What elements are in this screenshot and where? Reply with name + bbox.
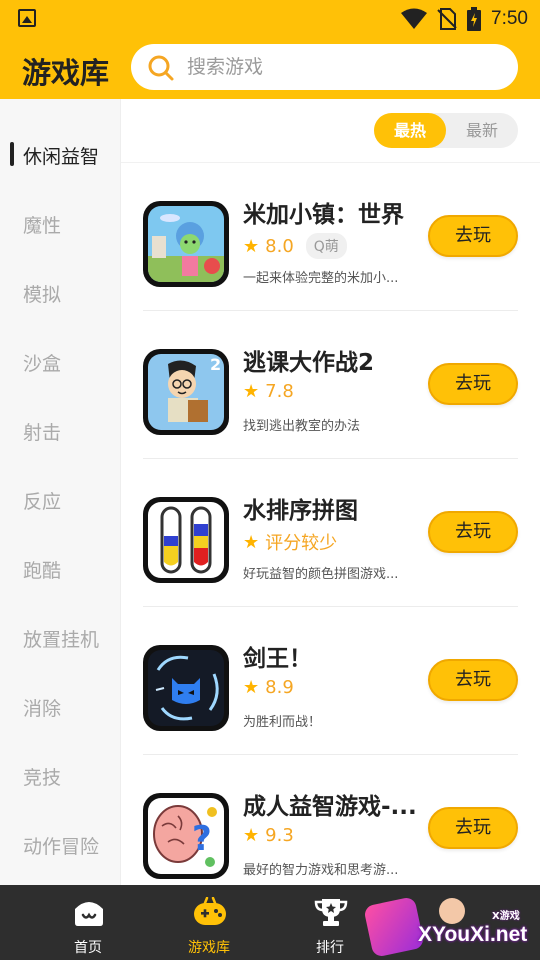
game-rating: ★ 8.9 [243,677,294,698]
game-description: 好玩益智的颜色拼图游戏... [243,567,399,582]
game-description: 找到逃出教室的办法 [243,419,361,434]
category-sidebar: 休闲益智 魔性 模拟 沙盒 射击 反应 跑酷 放置挂机 消除 竞技 动作冒险 [0,99,121,885]
brain-puzzle-icon: ? [148,798,224,874]
sidebar-item-label: 放置挂机 [23,629,100,651]
sidebar-item-shooting[interactable]: 射击 [0,396,121,465]
sidebar-item-label: 动作冒险 [23,836,100,858]
active-indicator [10,142,14,166]
sidebar-item-label: 反应 [23,491,62,513]
app-header: 游戏库 [0,36,540,99]
game-thumbnail [143,201,229,287]
sidebar-item-simulation[interactable]: 模拟 [0,258,121,327]
svg-text:?: ? [192,819,212,859]
game-rating: ★ 8.0 Q萌 [243,233,347,259]
tab-home[interactable]: 首页 [28,885,148,960]
star-icon: ★ [243,531,260,553]
sort-toggle: 最热 最新 [374,113,518,148]
status-icons: 7:50 [401,7,528,31]
game-item[interactable]: 米加小镇：世界 ★ 8.0 Q萌 一起来体验完整的米加小... 去玩 [121,163,540,311]
sidebar-item-label: 模拟 [23,284,62,306]
game-score: 评分较少 [265,533,338,554]
sidebar-item-parkour[interactable]: 跑酷 [0,534,121,603]
toca-world-icon [148,206,224,282]
game-tag: Q萌 [305,233,347,259]
game-title: 逃课大作战2 [243,350,375,376]
game-score: 7.8 [265,381,294,402]
sidebar-item-label: 魔性 [23,215,62,237]
game-description: 最好的智力游戏和思考游... [243,863,399,878]
play-button[interactable]: 去玩 [428,215,518,257]
game-item[interactable]: ? 成人益智游戏-... ★ 9.3 最好的智力游戏和思考游... 去玩 [121,755,540,885]
game-thumbnail: 2 [143,349,229,435]
game-list-panel: 最热 最新 米加小镇：世界 ★ 8.0 Q萌 一起来体验完整的米加小... 去玩… [121,99,540,885]
star-icon: ★ [243,677,260,698]
game-score: 8.0 [265,235,294,257]
game-rating: ★ 9.3 [243,825,294,846]
escape-class-icon: 2 [148,354,224,430]
sidebar-item-label: 休闲益智 [23,146,100,168]
status-time: 7:50 [491,8,528,29]
gamepad-logo-icon [363,896,425,958]
sidebar-item-casual-puzzle[interactable]: 休闲益智 [0,120,121,189]
sidebar-item-sandbox[interactable]: 沙盒 [0,327,121,396]
game-thumbnail: ? [143,793,229,879]
sort-new-button[interactable]: 最新 [446,113,518,148]
sidebar-item-label: 跑酷 [23,560,62,582]
trophy-icon [314,899,348,926]
sidebar-item-magic[interactable]: 魔性 [0,189,121,258]
game-score: 8.9 [265,677,294,698]
sidebar-item-label: 竞技 [23,767,62,789]
game-score: 9.3 [265,825,294,846]
game-thumbnail [143,497,229,583]
game-title: 剑王！ [243,646,312,672]
svg-text:2: 2 [210,355,221,374]
sidebar-item-label: 沙盒 [23,353,62,375]
search-input[interactable] [187,44,507,90]
game-title: 米加小镇：世界 [243,202,404,228]
game-item[interactable]: 剑王！ ★ 8.9 为胜利而战！ 去玩 [121,607,540,755]
play-button[interactable]: 去玩 [428,363,518,405]
watermark-text: XYouXi.net [418,923,528,946]
game-thumbnail [143,645,229,731]
star-icon: ★ [243,235,260,257]
star-icon: ★ [243,825,260,846]
watermark: X游戏 XYouXi.net [363,893,538,958]
game-title: 水排序拼图 [243,498,358,524]
game-description: 一起来体验完整的米加小... [243,271,399,286]
game-item[interactable]: 水排序拼图 ★ 评分较少 好玩益智的颜色拼图游戏... 去玩 [121,459,540,607]
sidebar-item-label: 消除 [23,698,62,720]
game-description: 为胜利而战！ [243,715,322,730]
status-bar: 7:50 [0,0,540,36]
play-button[interactable]: 去玩 [428,511,518,553]
game-rating: ★ 7.8 [243,381,294,402]
gallery-notification-icon [18,9,36,27]
wifi-icon [401,8,428,29]
search-icon [148,55,174,81]
game-title: 成人益智游戏-... [243,794,417,820]
sidebar-item-competitive[interactable]: 竞技 [0,741,121,810]
watermark-small-text: X游戏 [492,911,520,922]
tab-game-library[interactable]: 游戏库 [149,885,269,960]
play-button[interactable]: 去玩 [428,807,518,849]
gamepad-icon [194,897,226,925]
sword-king-icon [148,650,224,726]
star-icon: ★ [243,381,260,402]
sort-hot-button[interactable]: 最热 [374,113,446,148]
game-rating: ★ 评分较少 [243,529,337,555]
home-icon [75,902,103,926]
tab-label: 首页 [74,940,102,956]
sidebar-item-label: 射击 [23,422,62,444]
water-sort-icon [148,502,224,578]
sidebar-item-idle[interactable]: 放置挂机 [0,603,121,672]
battery-charging-icon [467,7,482,31]
play-button[interactable]: 去玩 [428,659,518,701]
tab-label: 游戏库 [188,940,230,956]
no-sim-icon [437,8,457,30]
sidebar-item-match[interactable]: 消除 [0,672,121,741]
search-box[interactable] [131,44,518,90]
page-title: 游戏库 [22,56,110,90]
sidebar-item-action-adventure[interactable]: 动作冒险 [0,810,121,879]
sidebar-item-reaction[interactable]: 反应 [0,465,121,534]
game-item[interactable]: 2 逃课大作战2 ★ 7.8 找到逃出教室的办法 去玩 [121,311,540,459]
